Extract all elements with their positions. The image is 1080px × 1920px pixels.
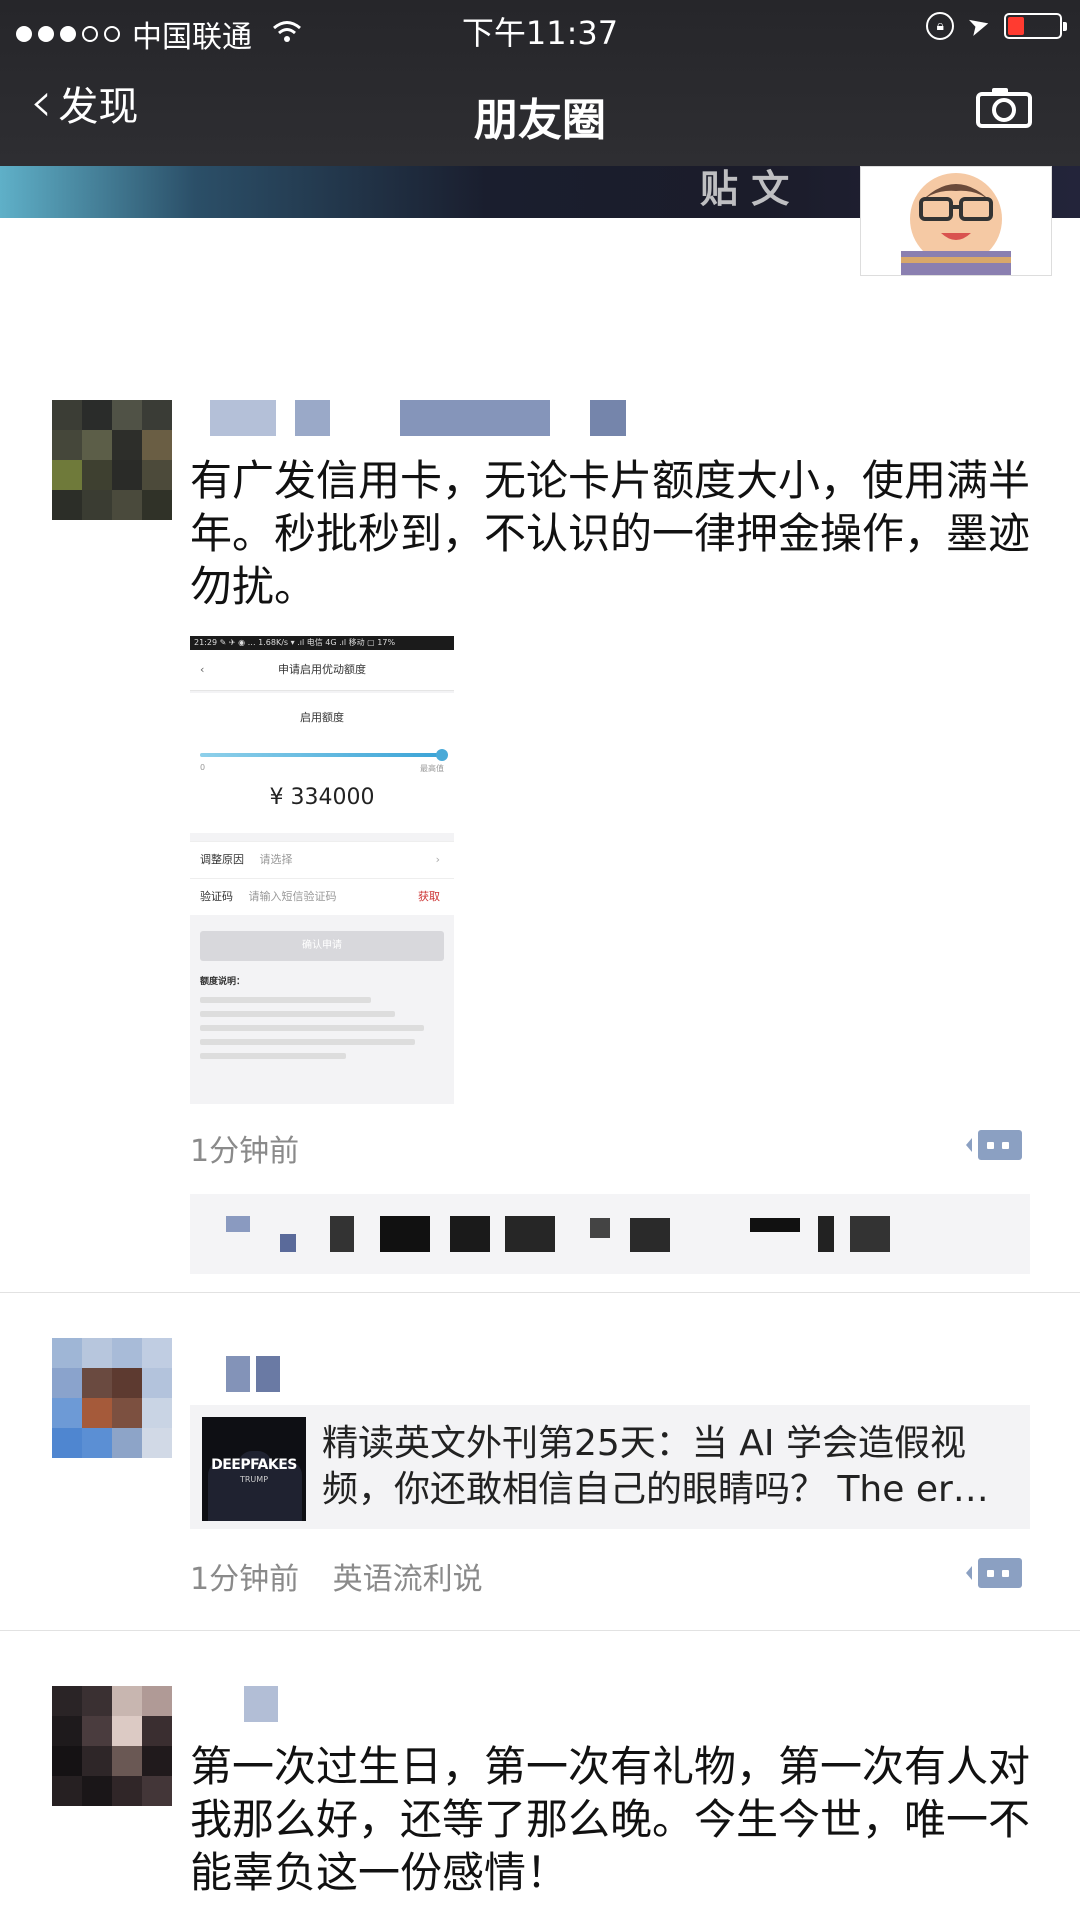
pixel-block	[330, 1216, 354, 1252]
screenshot-row2-value: 请输入短信验证码	[248, 890, 337, 903]
cover-text: 贴 文	[700, 167, 790, 211]
screenshot-row1-right: ›	[435, 853, 440, 866]
screenshot-slider	[200, 749, 448, 761]
status-time: 下午11:37	[461, 14, 619, 52]
dot	[987, 1570, 994, 1577]
status-bar: 中国联通 下午11:37 🔒︎ ➤	[0, 0, 1080, 55]
screenshot-slider-fill	[200, 749, 448, 761]
screenshot-label: 启用额度	[300, 711, 344, 724]
screenshot-amount-card: 启用额度 0 最高值 ¥ 334000	[190, 693, 454, 833]
screenshot-row-reason: 调整原因 请选择 ›	[190, 841, 454, 878]
rule-line	[200, 1053, 347, 1059]
pixel-block	[280, 1234, 296, 1252]
battery-icon	[1004, 13, 1067, 39]
likes-section	[190, 1194, 1030, 1274]
camera-icon[interactable]	[976, 86, 1032, 128]
pixel-block	[750, 1218, 800, 1232]
comment-button[interactable]	[966, 1130, 1022, 1160]
screenshot-button-label: 确认申请	[302, 940, 342, 951]
screenshot-row1-value: 请选择	[259, 853, 293, 866]
dot	[1002, 1570, 1009, 1577]
user-avatar[interactable]	[52, 1686, 172, 1806]
pixel-block	[505, 1216, 555, 1252]
pixel-block	[226, 1216, 250, 1232]
rule-line	[200, 1039, 415, 1045]
pixel-block	[256, 1356, 280, 1392]
rule-line	[200, 1025, 425, 1031]
screenshot-header: ‹ 申请启用优动额度	[190, 650, 454, 691]
screenshot-row1-label: 调整原因	[200, 853, 244, 866]
user-avatar[interactable]	[52, 1338, 172, 1458]
pixel-block	[818, 1216, 834, 1252]
status-right: 🔒︎ ➤	[926, 8, 1067, 44]
post-source[interactable]: 英语流利说	[333, 1562, 483, 1597]
rule-line	[200, 997, 371, 1003]
screenshot-confirm-button: 确认申请	[200, 931, 444, 961]
pixel-block	[295, 400, 330, 436]
screenshot-max: 最高值	[420, 764, 444, 773]
post-meta: 1分钟前 英语流利说	[190, 1554, 507, 1598]
battery-level	[1008, 17, 1024, 35]
screenshot-amount: ¥ 334000	[269, 785, 375, 810]
navigation-bar: ‹ 发现 朋友圈	[0, 54, 1080, 166]
pixel-block	[590, 1218, 610, 1238]
pixel-block	[244, 1686, 278, 1722]
pixel-block	[590, 400, 626, 436]
my-avatar[interactable]	[860, 166, 1052, 276]
thumb-subtitle: TRUMP	[239, 1475, 269, 1484]
post-time: 1分钟前	[190, 1134, 300, 1169]
post-time: 1分钟前	[190, 1562, 300, 1597]
pixel-block	[210, 400, 276, 436]
top-bar: 中国联通 下午11:37 🔒︎ ➤ ‹ 发现 朋友圈	[0, 0, 1080, 166]
user-avatar[interactable]	[52, 400, 172, 520]
dot	[987, 1142, 994, 1149]
pixel-block	[226, 1356, 250, 1392]
post-text: 有广发信用卡，无论卡片额度大小，使用满半年。秒批秒到，不认识的一律押金操作，墨迹…	[190, 456, 1031, 611]
screenshot-row-code: 验证码 请输入短信验证码 获取	[190, 878, 454, 915]
comment-button[interactable]	[966, 1558, 1022, 1588]
pixel-block	[850, 1216, 890, 1252]
screenshot-rules-title: 额度说明：	[200, 977, 246, 987]
post-divider	[0, 1292, 1080, 1293]
pixel-block	[630, 1218, 670, 1252]
pixel-block	[380, 1216, 430, 1252]
page-title: 朋友圈	[474, 95, 606, 146]
pixel-block	[400, 400, 550, 436]
screenshot-min: 0	[200, 763, 206, 772]
post-divider	[0, 1630, 1080, 1631]
link-thumbnail: DEEPFAKES TRUMP	[202, 1417, 306, 1521]
post-image[interactable]: 21:29 ✎ ✈ ◉ … 1.68K/s ▾ .ıl 电信 4G .ıl 移动…	[190, 636, 454, 1104]
screenshot-row2-label: 验证码	[200, 890, 233, 903]
link-title: 精读英文外刊第25天：当 AI 学会造假视频，你还敢相信自己的眼睛吗？ The …	[322, 1423, 989, 1510]
thumb-title: DEEPFAKES	[211, 1457, 297, 1473]
dot	[1002, 1142, 1009, 1149]
post-text: 第一次过生日，第一次有礼物，第一次有人对我那么好，还等了那么晚。今生今世，唯一不…	[190, 1742, 1031, 1897]
post-meta: 1分钟前	[190, 1126, 323, 1170]
screenshot-status: 21:29 ✎ ✈ ◉ … 1.68K/s ▾ .ıl 电信 4G .ıl 移动…	[190, 636, 454, 650]
link-card[interactable]: DEEPFAKES TRUMP 精读英文外刊第25天：当 AI 学会造假视频，你…	[190, 1405, 1030, 1529]
screenshot-slider-knob	[436, 749, 448, 761]
screenshot-title: 申请启用优动额度	[278, 663, 366, 676]
location-arrow-icon: ➤	[964, 8, 994, 44]
screenshot-back-icon: ‹	[200, 663, 205, 676]
pixel-block	[450, 1216, 490, 1252]
rotation-lock-icon: 🔒︎	[926, 12, 955, 40]
screenshot-row2-right: 获取	[418, 890, 440, 903]
screenshot-rules: 额度说明：	[190, 961, 454, 1059]
rule-line	[200, 1011, 396, 1017]
